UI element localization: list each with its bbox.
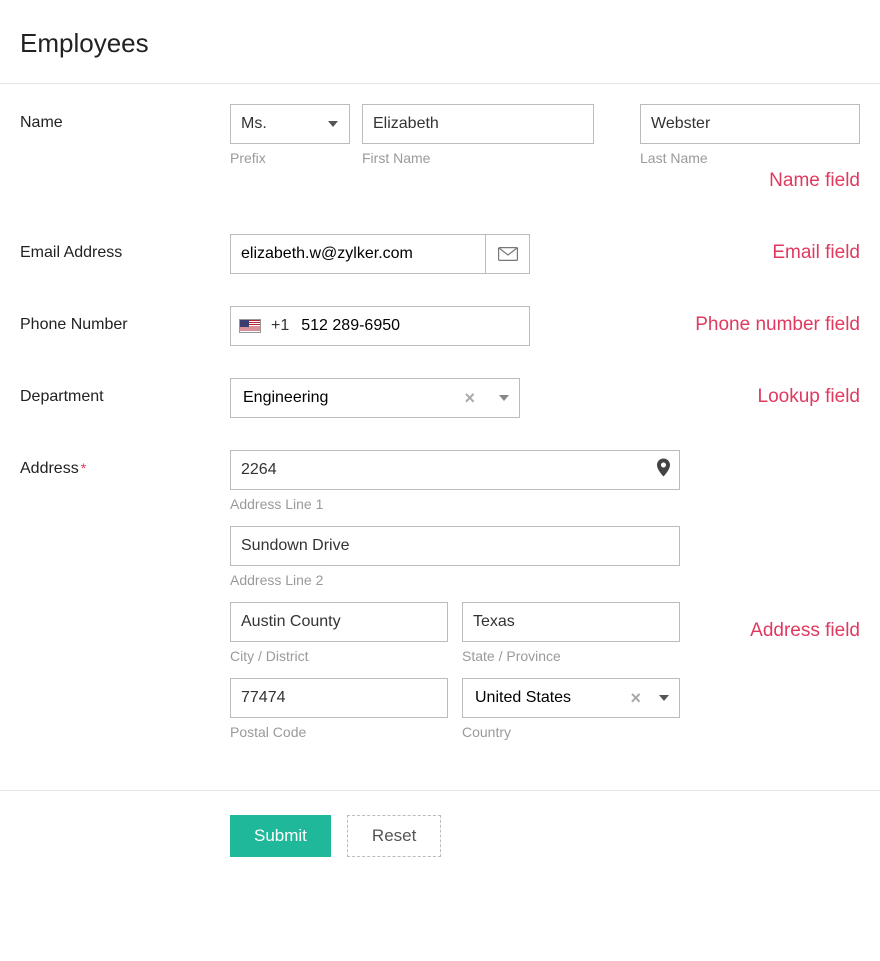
annotation-lookup: Lookup field xyxy=(640,378,860,408)
form-body: Name Prefix First Name Last Name Name xyxy=(0,84,880,790)
sublabel-prefix: Prefix xyxy=(230,150,350,166)
sublabel-city: City / District xyxy=(230,648,448,664)
country-select[interactable]: × xyxy=(462,678,680,718)
address-line1-input[interactable] xyxy=(230,450,680,490)
email-icon-button[interactable] xyxy=(485,235,529,273)
sublabel-addr1: Address Line 1 xyxy=(230,496,680,512)
department-fields: × xyxy=(230,378,640,418)
sublabel-state: State / Province xyxy=(462,648,680,664)
label-email: Email Address xyxy=(20,234,230,262)
sublabel-addr2: Address Line 2 xyxy=(230,572,680,588)
annotation-email: Email field xyxy=(640,234,860,264)
phone-number-input[interactable] xyxy=(299,316,521,336)
chevron-down-icon xyxy=(659,695,669,701)
label-department: Department xyxy=(20,378,230,406)
phone-group[interactable]: +1 xyxy=(230,306,530,346)
prefix-select[interactable] xyxy=(230,104,350,144)
clear-icon[interactable]: × xyxy=(458,388,481,409)
sublabel-postal: Postal Code xyxy=(230,724,448,740)
annotation-address: Address field xyxy=(690,450,860,642)
address-fields: Address Line 1 Address Line 2 City / Dis… xyxy=(230,450,690,740)
reset-button[interactable]: Reset xyxy=(347,815,441,857)
department-lookup[interactable]: × xyxy=(230,378,520,418)
envelope-icon xyxy=(498,247,518,261)
phone-country-code: +1 xyxy=(271,317,289,335)
last-name-input[interactable] xyxy=(640,104,860,144)
last-name-fields: Last Name Name field xyxy=(640,104,860,192)
label-name: Name xyxy=(20,104,230,132)
annotation-name: Name field xyxy=(640,166,860,192)
state-input[interactable] xyxy=(462,602,680,642)
label-address: Address* xyxy=(20,450,230,478)
annotation-phone: Phone number field xyxy=(640,306,860,336)
email-input[interactable] xyxy=(231,235,485,273)
label-phone: Phone Number xyxy=(20,306,230,334)
row-phone: Phone Number +1 Phone number field xyxy=(20,306,860,346)
address-line2-input[interactable] xyxy=(230,526,680,566)
email-fields xyxy=(230,234,640,274)
country-input[interactable] xyxy=(473,688,624,708)
sublabel-last-name: Last Name xyxy=(640,150,860,166)
form-footer: Submit Reset xyxy=(0,791,880,887)
name-fields: Prefix First Name xyxy=(230,104,640,166)
city-input[interactable] xyxy=(230,602,448,642)
submit-button[interactable]: Submit xyxy=(230,815,331,857)
postal-input[interactable] xyxy=(230,678,448,718)
row-department: Department × Lookup field xyxy=(20,378,860,418)
map-pin-icon[interactable] xyxy=(657,459,670,482)
required-asterisk: * xyxy=(81,460,86,476)
sublabel-first-name: First Name xyxy=(362,150,594,166)
row-email: Email Address Email field xyxy=(20,234,860,274)
first-name-input[interactable] xyxy=(362,104,594,144)
department-input[interactable] xyxy=(241,388,458,408)
flag-us-icon xyxy=(239,319,261,333)
sublabel-country: Country xyxy=(462,724,680,740)
phone-fields: +1 xyxy=(230,306,640,346)
clear-icon[interactable]: × xyxy=(624,688,647,709)
chevron-down-icon xyxy=(499,395,509,401)
page-title: Employees xyxy=(0,0,880,83)
row-name: Name Prefix First Name Last Name Name xyxy=(20,104,860,192)
row-address: Address* Address Line 1 Address Line 2 xyxy=(20,450,860,740)
